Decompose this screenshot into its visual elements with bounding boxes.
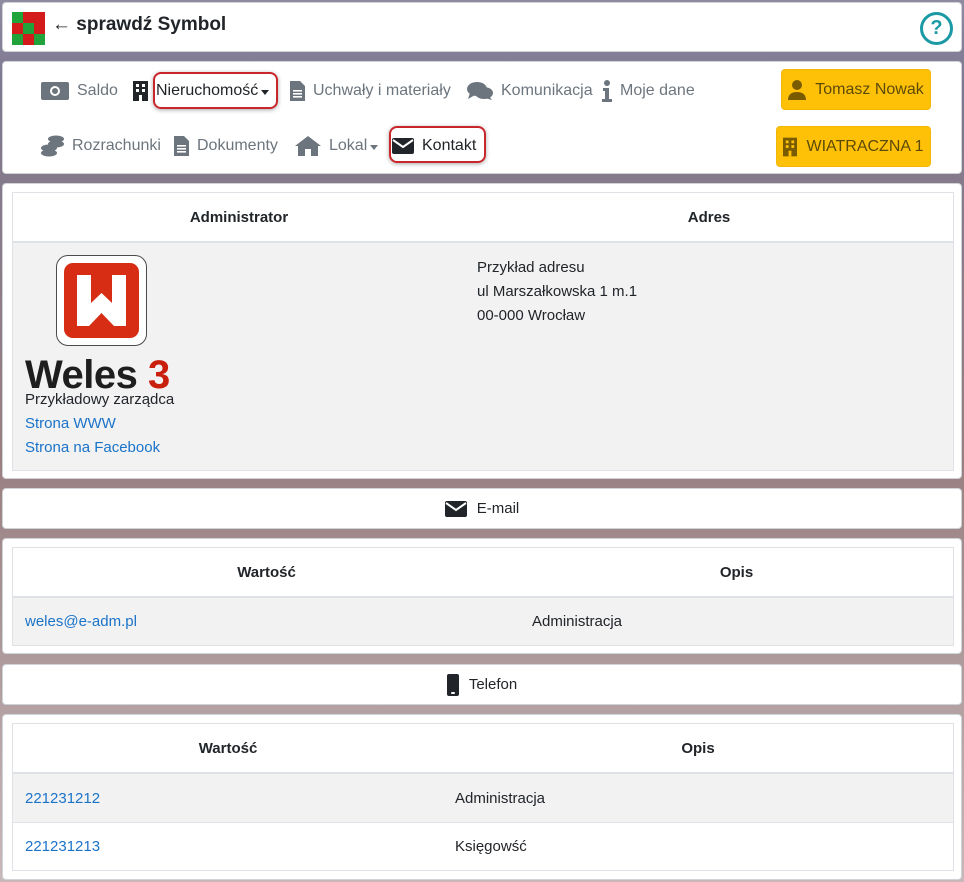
header-administrator: Administrator <box>189 208 289 226</box>
administrator-cell: Weles 3 Przykładowy zarządca Strona WWW … <box>13 243 465 470</box>
phone-icon <box>446 673 459 696</box>
nav-moje-dane-label: Moje dane <box>620 82 695 99</box>
weles-logo-icon <box>56 255 147 346</box>
phone-value-link[interactable]: 221231212 <box>25 790 100 807</box>
header-adres: Adres <box>687 208 731 226</box>
phone-section-header: Telefon <box>2 664 962 705</box>
property-button[interactable]: WIATRACZNA 1 <box>776 126 931 167</box>
address-line: ul Marszałkowska 1 m.1 <box>477 283 638 300</box>
administrator-name: Przykładowy zarządca <box>25 391 175 408</box>
app-logo-icon[interactable] <box>12 12 45 45</box>
file-icon <box>290 81 305 101</box>
nav-kontakt[interactable]: Kontakt <box>392 129 476 163</box>
file-icon <box>174 136 189 156</box>
nav-saldo[interactable]: Saldo <box>41 74 118 108</box>
user-icon <box>788 79 807 100</box>
nav-moje-dane[interactable]: Moje dane <box>602 74 695 108</box>
chevron-down-icon <box>370 144 379 150</box>
header-wartosc: Wartość <box>198 739 258 757</box>
phone-desc: Administracja <box>455 789 546 807</box>
user-button-label: Tomasz Nowak <box>815 80 924 98</box>
nav-uchwaly[interactable]: Uchwały i materiały <box>290 74 451 108</box>
coins-icon <box>41 135 64 157</box>
phone-value-link[interactable]: 221231213 <box>25 838 100 855</box>
table-header-row: Administrator Adres <box>13 193 953 243</box>
phone-desc: Księgowść <box>455 838 527 855</box>
back-title-link[interactable]: ← sprawdź Symbol <box>52 14 226 36</box>
nav-kontakt-label: Kontakt <box>422 137 477 154</box>
nav-komunikacja-label: Komunikacja <box>501 82 593 99</box>
header-opis: Opis <box>719 563 754 581</box>
phone-panel: Wartość Opis 221231212 Administracja 221… <box>2 714 962 880</box>
address-line: Przykład adresu <box>477 259 585 276</box>
email-panel: Wartość Opis weles@e-adm.pl Administracj… <box>2 538 962 654</box>
nav-nieruchomosc-label: Nieruchomość <box>156 82 259 99</box>
nav-rozrachunki[interactable]: Rozrachunki <box>41 129 161 163</box>
facebook-link[interactable]: Strona na Facebook <box>25 439 160 456</box>
table-row: 221231212 Administracja <box>13 774 953 822</box>
administrator-panel: Administrator Adres Weles 3 Przykładowy … <box>2 183 962 479</box>
phone-table: Wartość Opis 221231212 Administracja 221… <box>12 723 954 871</box>
administrator-details: Przykładowy zarządca Strona WWW Strona n… <box>25 388 174 460</box>
info-icon <box>602 80 612 102</box>
help-icon[interactable]: ? <box>920 12 953 45</box>
money-icon <box>41 82 69 100</box>
nav-nieruchomosc[interactable]: Nieruchomość <box>133 74 270 108</box>
envelope-icon <box>444 500 467 517</box>
nav-dokumenty-label: Dokumenty <box>197 137 278 154</box>
table-row: 221231213 Księgowść <box>13 822 953 870</box>
email-desc: Administracja <box>532 613 623 630</box>
email-value-link[interactable]: weles@e-adm.pl <box>25 613 137 630</box>
email-section-title: E-mail <box>476 500 520 517</box>
nav-uchwaly-label: Uchwały i materiały <box>313 82 451 99</box>
email-table: Wartość Opis weles@e-adm.pl Administracj… <box>12 547 954 646</box>
phone-section-title: Telefon <box>468 676 518 693</box>
www-link[interactable]: Strona WWW <box>25 415 116 432</box>
property-button-label: WIATRACZNA 1 <box>806 137 924 155</box>
user-button[interactable]: Tomasz Nowak <box>781 69 931 110</box>
chevron-down-icon <box>261 89 270 95</box>
envelope-icon <box>392 138 414 154</box>
nav-rozrachunki-label: Rozrachunki <box>72 137 161 154</box>
comments-icon <box>467 82 493 100</box>
nav-lokal[interactable]: Lokal <box>295 129 379 163</box>
nav-saldo-label: Saldo <box>77 82 118 99</box>
home-icon <box>295 136 321 156</box>
header-wartosc: Wartość <box>237 563 296 581</box>
table-header-row: Wartość Opis <box>13 548 953 598</box>
main-navigation: Saldo Nieruchomość Uchwały i materiały K… <box>2 61 962 174</box>
address-cell: Przykład adresu ul Marszałkowska 1 m.1 0… <box>465 243 953 470</box>
email-section-header: E-mail <box>2 488 962 529</box>
building-icon <box>783 137 798 156</box>
address-line: 00-000 Wrocław <box>477 307 586 324</box>
administrator-table: Administrator Adres Weles 3 Przykładowy … <box>12 192 954 471</box>
nav-dokumenty[interactable]: Dokumenty <box>174 129 278 163</box>
nav-komunikacja[interactable]: Komunikacja <box>467 74 593 108</box>
header-opis: Opis <box>681 739 715 757</box>
table-row: Weles 3 Przykładowy zarządca Strona WWW … <box>13 243 953 470</box>
top-header: ← sprawdź Symbol ? <box>2 2 962 52</box>
building-icon <box>133 81 148 101</box>
table-header-row: Wartość Opis <box>13 724 953 774</box>
nav-lokal-label: Lokal <box>329 137 368 154</box>
table-row: weles@e-adm.pl Administracja <box>13 598 953 645</box>
